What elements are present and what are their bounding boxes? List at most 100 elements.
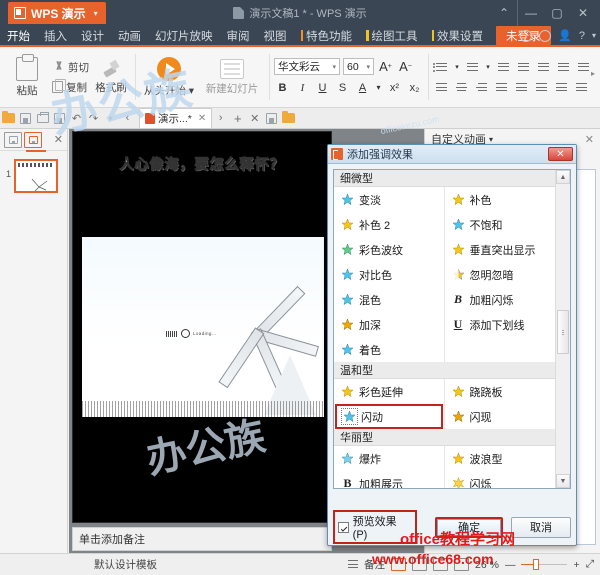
backup-icon[interactable] [539,30,551,42]
effect-item[interactable]: 爆炸 [334,446,445,471]
effect-item[interactable]: 闪现 [445,404,556,429]
open-button[interactable] [0,109,17,128]
italic-button[interactable]: I [294,79,311,96]
close-navigator-button[interactable]: ✕ [54,133,63,146]
strikethrough-button[interactable]: S [334,79,351,96]
effect-item[interactable]: 忽明忽暗 [445,262,556,287]
slides-tab[interactable] [24,132,42,148]
zoom-slider-handle[interactable] [533,559,539,570]
chevron-down-icon[interactable]: ▾ [366,63,370,71]
font-color-button[interactable]: A [354,79,371,96]
chevron-down-icon[interactable]: ▾ [484,59,492,76]
maximize-button[interactable]: ▢ [544,0,570,26]
close-task-pane-button[interactable]: ✕ [585,133,594,146]
fit-to-window-button[interactable]: ⤢ [586,558,594,571]
paste-button[interactable]: 粘贴 [4,47,50,107]
zoom-in-button[interactable]: + [573,559,579,571]
chevron-down-icon[interactable]: ▾ [592,31,596,40]
ok-button[interactable]: 确定 [437,519,501,536]
bullet-list-button[interactable] [433,59,450,75]
close-button[interactable]: ✕ [570,0,596,26]
multilevel-list-button[interactable] [553,80,570,96]
notes-toggle-label[interactable]: 备注 [364,557,385,572]
align-left-button[interactable] [433,80,450,96]
distribute-button[interactable] [513,80,530,96]
quick-access-more-button[interactable]: ▾ [102,109,119,128]
slide-thumbnail-1[interactable] [14,159,58,193]
collapse-ribbon-button[interactable]: ⌃ [491,0,517,26]
subscript-button[interactable]: x₂ [406,79,423,96]
format-painter-button[interactable]: 格式刷 [91,47,131,107]
effect-item[interactable]: 对比色 [334,262,445,287]
add-emphasis-effect-dialog[interactable]: 添加强调效果 ✕ 细微型 变淡 补色 [327,144,577,546]
slide-title-text[interactable]: 人心像海，要怎么释怀？ [73,154,331,174]
undo-button[interactable]: ↶ [68,109,85,128]
notes-placeholder[interactable]: 单击添加备注 [72,527,332,551]
effect-item[interactable]: 着色 [334,337,445,362]
preview-effect-checkbox-wrapper[interactable]: 预览效果 (P) [333,510,417,544]
shrink-font-button[interactable]: A− [397,58,414,75]
outline-tab[interactable] [4,132,22,148]
tab-list-icon[interactable] [263,109,280,128]
slide-sorter-view-button[interactable] [412,558,427,571]
superscript-button[interactable]: x² [386,79,403,96]
scrollbar-thumb[interactable] [557,310,569,354]
help-icon[interactable]: ? [579,30,585,42]
dialog-close-button[interactable]: ✕ [548,147,573,161]
slide-canvas[interactable]: Loading... 人心像海，要怎么释怀？ [72,131,332,523]
align-right-button[interactable] [473,80,490,96]
skin-icon[interactable]: 👤 [558,29,572,42]
tab-design[interactable]: 设计 [74,25,111,46]
cloud-sync-icon[interactable] [520,30,532,42]
align-text-button[interactable] [575,59,592,75]
numbered-list-button[interactable] [464,59,481,75]
grow-font-button[interactable]: A+ [377,58,394,75]
scroll-down-button[interactable]: ▼ [556,474,570,488]
underline-button[interactable]: U [314,79,331,96]
effect-item[interactable]: 跷跷板 [445,379,556,404]
bold-button[interactable]: B [274,79,291,96]
ok-button-wrapper[interactable]: 确定 [435,517,503,538]
effect-item[interactable]: U 添加下划线 [445,312,556,337]
ribbon-overflow-icon[interactable]: ▸ [591,69,595,78]
prev-tab-button[interactable]: ‹ [119,109,136,128]
decrease-indent-button[interactable] [495,59,512,75]
effects-list-scrollbar[interactable]: ▲ ▼ [555,170,570,488]
tab-menu-icon[interactable] [280,109,297,128]
design-template-label[interactable]: 默认设计模板 [94,557,157,572]
tab-insert[interactable]: 插入 [37,25,74,46]
chevron-down-icon[interactable]: ▾ [374,79,383,96]
zoom-slider[interactable] [521,564,567,566]
tab-effect-settings[interactable]: 效果设置 [425,25,491,46]
justify-button[interactable] [493,80,510,96]
copy-button[interactable]: 复制 [50,79,91,96]
increase-indent-button[interactable] [515,59,532,75]
tab-view[interactable]: 视图 [257,25,294,46]
tab-start[interactable]: 开始 [0,26,37,47]
effect-item[interactable]: 加深 [334,312,445,337]
scroll-up-button[interactable]: ▲ [556,170,570,184]
slideshow-view-button[interactable] [454,558,469,571]
close-icon[interactable]: ✕ [198,113,206,124]
normal-view-button[interactable] [391,558,406,571]
zoom-out-button[interactable]: — [505,559,516,571]
tab-review[interactable]: 审阅 [220,25,257,46]
chevron-down-icon[interactable]: ▾ [332,63,336,71]
tab-tools-icon[interactable]: ✕ [246,109,263,128]
effect-item[interactable]: 闪烁 [445,471,556,488]
chevron-down-icon[interactable]: ▾ [94,9,98,18]
preview-effect-checkbox[interactable] [338,522,349,533]
new-tab-button[interactable]: + [229,109,246,128]
effect-item-selected[interactable]: 闪动 [334,404,445,429]
effect-item[interactable]: 彩色波纹 [334,237,445,262]
tab-drawing-tools[interactable]: 绘图工具 [359,25,425,46]
effect-item[interactable]: 补色 [445,187,556,212]
redo-button[interactable]: ↷ [85,109,102,128]
wps-app-tab[interactable]: WPS 演示 ▾ [8,2,106,24]
new-slide-button[interactable]: 新建幻灯片 [199,47,265,107]
effect-item[interactable]: 彩色延伸 [334,379,445,404]
font-name-input[interactable]: 华文彩云 ▾ [274,58,340,75]
cut-button[interactable]: 剪切 [50,59,91,76]
next-tab-button[interactable]: › [212,109,229,128]
font-size-input[interactable]: 60 ▾ [343,58,374,75]
